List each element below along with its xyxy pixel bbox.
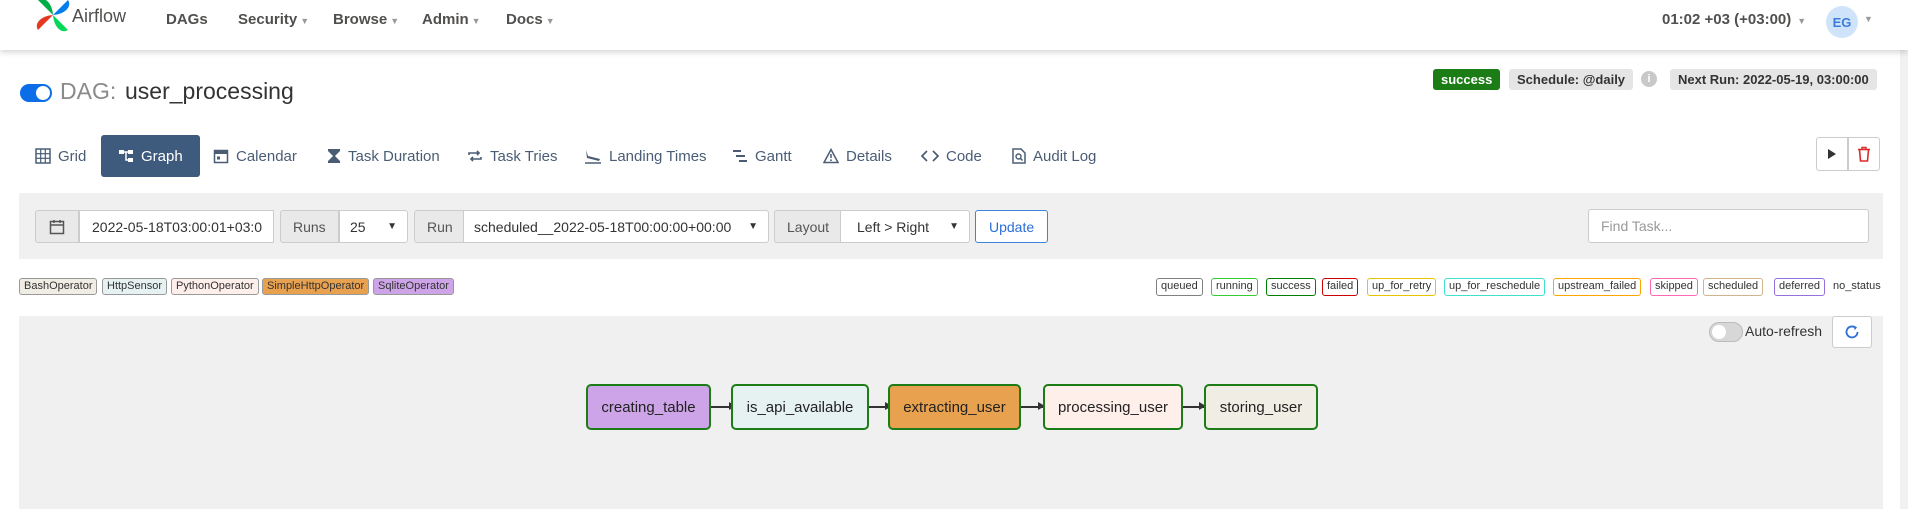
calendar-icon — [49, 219, 65, 234]
nav-dags[interactable]: DAGs — [166, 11, 208, 28]
tab-task-duration[interactable]: Task Duration — [327, 135, 440, 177]
run-select[interactable]: scheduled__2022-05-18T00:00:00+00:00 ▼ — [463, 210, 769, 243]
legend-python-operator[interactable]: PythonOperator — [171, 278, 259, 295]
grid-icon — [35, 148, 51, 164]
refresh-button[interactable] — [1832, 316, 1872, 348]
runs-label: Runs — [280, 210, 339, 243]
legend-state-scheduled[interactable]: scheduled — [1703, 278, 1764, 296]
nav-admin[interactable]: Admin ▼ — [422, 11, 481, 28]
layout-select[interactable]: Left > Right ▼ — [840, 210, 970, 243]
graph-icon — [119, 150, 133, 162]
date-picker-button[interactable] — [35, 210, 79, 243]
timezone-clock[interactable]: 01:02 +03 (+03:00) ▼ — [1662, 11, 1806, 28]
code-icon — [921, 150, 939, 162]
nav-browse[interactable]: Browse ▼ — [333, 11, 399, 28]
run-label: Run — [414, 210, 466, 243]
caret-down-icon: ▼ — [1797, 16, 1807, 26]
user-avatar[interactable]: EG — [1826, 6, 1858, 38]
graph-controls-bar: 2022-05-18T03:00:01+03:0 Runs 25 ▼ Run sc… — [19, 193, 1883, 259]
update-button[interactable]: Update — [975, 210, 1049, 243]
nav-docs[interactable]: Docs ▼ — [506, 11, 555, 28]
base-date-input[interactable]: 2022-05-18T03:00:01+03:0 — [79, 210, 274, 243]
tab-details[interactable]: Details — [823, 135, 892, 177]
legend-state-running[interactable]: running — [1211, 278, 1258, 296]
caret-down-icon: ▼ — [300, 16, 310, 26]
legend-state-no-status[interactable]: no_status — [1833, 280, 1881, 292]
trigger-dag-button[interactable] — [1816, 137, 1848, 171]
dag-pause-toggle[interactable] — [20, 84, 52, 102]
caret-down-icon: ▼ — [390, 16, 400, 26]
legend-sqlite-operator[interactable]: SqliteOperator — [373, 278, 454, 295]
legend-state-failed[interactable]: failed — [1322, 278, 1359, 296]
info-icon[interactable]: i — [1641, 71, 1657, 87]
repeat-icon — [468, 150, 482, 162]
caret-down-icon[interactable]: ▼ — [1864, 14, 1873, 24]
tab-graph[interactable]: Graph — [101, 135, 200, 177]
legend-state-skipped[interactable]: skipped — [1650, 278, 1698, 296]
tab-gantt[interactable]: Gantt — [732, 135, 792, 177]
legend-state-success[interactable]: success — [1266, 278, 1316, 296]
next-run-badge[interactable]: Next Run: 2022-05-19, 03:00:00 — [1670, 69, 1877, 90]
trash-icon — [1858, 146, 1870, 162]
refresh-icon — [1845, 325, 1859, 339]
play-icon — [1828, 149, 1836, 159]
chevron-down-icon: ▼ — [748, 221, 758, 232]
legend-state-deferred[interactable]: deferred — [1774, 278, 1825, 296]
dag-graph-canvas[interactable]: Auto-refresh creating_table is_api_avail… — [19, 316, 1883, 509]
warning-triangle-icon — [823, 148, 839, 164]
task-node-creating-table[interactable]: creating_table — [586, 384, 711, 430]
legend-http-sensor[interactable]: HttpSensor — [102, 278, 168, 295]
schedule-badge[interactable]: Schedule: @daily — [1509, 69, 1634, 90]
layout-label: Layout — [774, 210, 843, 243]
tab-code[interactable]: Code — [921, 135, 982, 177]
runs-select[interactable]: 25 ▼ — [339, 210, 408, 243]
chevron-down-icon: ▼ — [949, 221, 959, 232]
page-scrollbar[interactable] — [1900, 50, 1908, 509]
caret-down-icon: ▼ — [471, 16, 481, 26]
plane-landing-icon — [585, 150, 601, 164]
brand-name[interactable]: Airflow — [72, 6, 126, 27]
search-file-icon — [1012, 148, 1026, 164]
find-task-input[interactable]: Find Task... — [1588, 209, 1869, 243]
edge-arrow — [1021, 403, 1045, 409]
chevron-down-icon: ▼ — [387, 221, 397, 232]
caret-down-icon: ▼ — [545, 16, 555, 26]
legend-simplehttp-operator[interactable]: SimpleHttpOperator — [262, 278, 370, 295]
tab-audit-log[interactable]: Audit Log — [1012, 135, 1096, 177]
dag-status-badge[interactable]: success — [1433, 69, 1501, 90]
tab-task-tries[interactable]: Task Tries — [467, 135, 558, 177]
task-node-extracting-user[interactable]: extracting_user — [888, 384, 1021, 430]
legend-state-upstream-failed[interactable]: upstream_failed — [1553, 278, 1642, 296]
delete-dag-button[interactable] — [1848, 137, 1880, 171]
legend-state-queued[interactable]: queued — [1156, 278, 1203, 296]
tab-calendar[interactable]: Calendar — [213, 135, 297, 177]
tab-landing-times[interactable]: Landing Times — [584, 135, 707, 177]
gantt-icon — [733, 150, 747, 162]
task-node-storing-user[interactable]: storing_user — [1204, 384, 1318, 430]
calendar-icon — [213, 149, 229, 164]
tab-grid[interactable]: Grid — [35, 135, 86, 177]
task-node-is-api-available[interactable]: is_api_available — [731, 384, 869, 430]
legend-bash-operator[interactable]: BashOperator — [19, 278, 98, 295]
task-node-processing-user[interactable]: processing_user — [1043, 384, 1183, 430]
airflow-logo-icon[interactable] — [32, 0, 74, 36]
hourglass-icon — [328, 149, 340, 163]
top-navbar: Airflow DAGs Security ▼ Browse ▼ Admin ▼ Do… — [0, 0, 1908, 50]
dag-label: DAG: — [60, 78, 117, 104]
dag-id-title: user_processing — [125, 78, 294, 104]
legend-state-up-for-reschedule[interactable]: up_for_reschedule — [1444, 278, 1546, 296]
auto-refresh-toggle[interactable] — [1709, 322, 1743, 342]
edge-arrow — [1183, 403, 1206, 409]
nav-security[interactable]: Security ▼ — [238, 11, 309, 28]
auto-refresh-label: Auto-refresh — [1745, 323, 1823, 339]
legend-state-up-for-retry[interactable]: up_for_retry — [1367, 278, 1437, 296]
